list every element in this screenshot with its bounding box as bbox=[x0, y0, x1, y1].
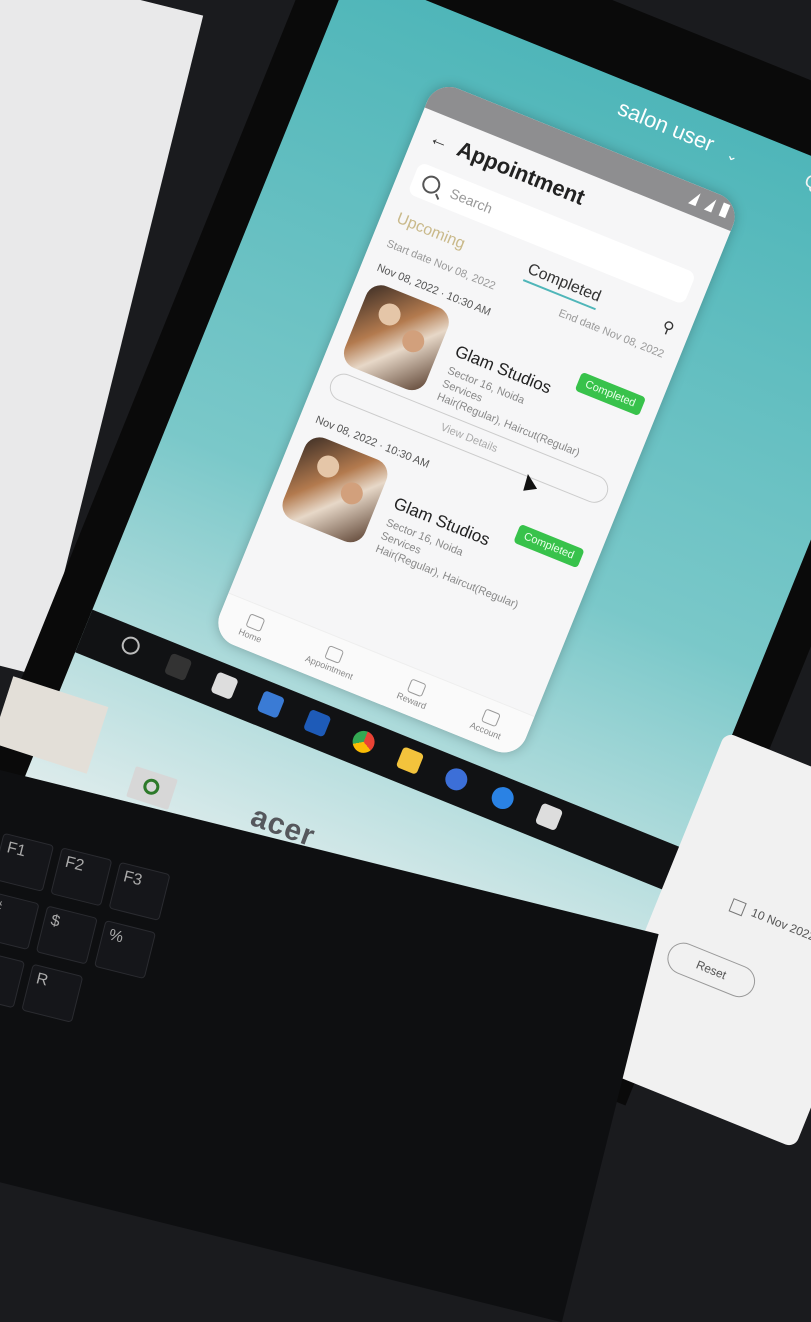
date-value: 10 Nov 2022 bbox=[749, 905, 811, 944]
filter-icon[interactable]: ⚲ bbox=[659, 316, 677, 339]
nav-reward[interactable]: Reward bbox=[395, 676, 433, 711]
reset-button[interactable]: Reset bbox=[662, 937, 760, 1002]
battery-icon bbox=[718, 202, 731, 219]
user-menu-label: salon user bbox=[614, 95, 718, 157]
chevron-down-icon: ⌄ bbox=[724, 145, 742, 166]
search-circle-icon[interactable] bbox=[118, 633, 143, 658]
key: E bbox=[0, 949, 26, 1009]
nav-home[interactable]: Home bbox=[237, 612, 269, 645]
nav-account[interactable]: Account bbox=[468, 705, 508, 741]
key: % bbox=[94, 919, 157, 980]
search-icon bbox=[419, 172, 443, 197]
chrome-icon[interactable] bbox=[349, 727, 378, 757]
window-icon[interactable] bbox=[210, 671, 239, 701]
wifi-icon bbox=[688, 190, 701, 207]
app-icon[interactable] bbox=[442, 765, 471, 794]
folder-icon[interactable] bbox=[395, 746, 425, 775]
user-menu[interactable]: salon user ⌄ bbox=[614, 95, 744, 168]
phone-preview: ← Appointment Search Upcoming Completed … bbox=[211, 79, 742, 760]
key: $ bbox=[35, 905, 98, 965]
task-view-icon[interactable] bbox=[163, 652, 193, 682]
key: R bbox=[21, 963, 84, 1023]
mail-icon[interactable] bbox=[256, 690, 286, 719]
mouse-cursor-icon bbox=[520, 473, 538, 491]
calendar-icon bbox=[728, 897, 747, 917]
skype-icon[interactable] bbox=[488, 783, 517, 813]
key: F1 bbox=[0, 832, 55, 892]
url-fragment: QZZHEUEOsb bbox=[801, 170, 811, 238]
search-placeholder: Search bbox=[447, 185, 495, 217]
edge-icon[interactable] bbox=[302, 708, 332, 738]
signal-icon bbox=[703, 196, 717, 213]
key: F2 bbox=[50, 847, 113, 907]
key: # bbox=[0, 890, 40, 951]
nav-appointment[interactable]: Appointment bbox=[304, 639, 361, 682]
date-field[interactable]: 10 Nov 2022 bbox=[728, 897, 811, 944]
store-icon[interactable] bbox=[534, 802, 564, 832]
key: F3 bbox=[108, 861, 171, 921]
